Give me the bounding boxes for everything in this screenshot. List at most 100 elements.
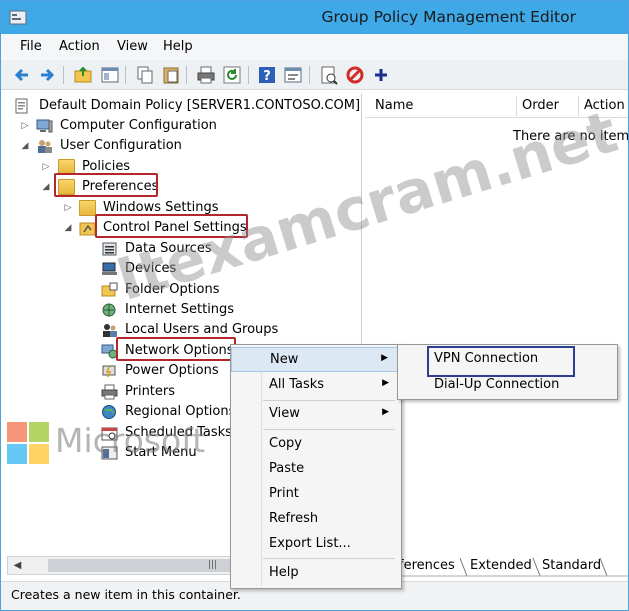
column-action[interactable]: Action: [584, 98, 625, 113]
scroll-grip-icon: |||: [208, 560, 218, 570]
tree-label: Default Domain Policy [SERVER1.CONTOSO.C…: [39, 98, 361, 113]
users-icon: [36, 138, 53, 154]
menu-item-label: Refresh: [269, 511, 319, 526]
submenu-arrow-icon: ▶: [382, 407, 389, 417]
vpn-connection-highlight-box: [427, 346, 575, 377]
tree-label: Regional Options: [125, 404, 236, 419]
stop-icon[interactable]: [345, 65, 365, 85]
control-panel-settings-highlight-box: [95, 214, 248, 238]
details-pane: Name Order Action There are no items t: [365, 94, 628, 554]
collapse-arrow-icon[interactable]: ◢: [40, 177, 52, 197]
tree-label: Start Menu: [125, 445, 197, 460]
context-menu-item-help[interactable]: Help: [231, 561, 401, 586]
tree-label: Data Sources: [125, 241, 212, 256]
context-menu-item-export-list[interactable]: Export List...: [231, 532, 401, 557]
back-icon[interactable]: [12, 65, 32, 85]
regional-options-icon: [101, 404, 118, 420]
print-icon[interactable]: [196, 65, 216, 85]
export-icon[interactable]: [319, 65, 339, 85]
context-menu-item-all-tasks[interactable]: All Tasks ▶: [231, 373, 401, 398]
data-sources-icon: [101, 241, 118, 257]
collapse-arrow-icon[interactable]: ◢: [62, 218, 74, 238]
expand-arrow-icon[interactable]: ▷: [40, 157, 52, 177]
toolbar-separator: [125, 66, 126, 84]
menu-separator: [263, 400, 395, 401]
properties-icon[interactable]: [283, 65, 303, 85]
refresh-icon[interactable]: [222, 65, 242, 85]
expand-arrow-icon[interactable]: ▷: [62, 198, 74, 218]
menu-item-label: Copy: [269, 436, 302, 451]
column-divider[interactable]: [516, 96, 517, 116]
menu-separator: [263, 429, 395, 430]
scheduled-tasks-icon: [101, 425, 118, 441]
title-bar[interactable]: Group Policy Management Editor: [1, 1, 628, 34]
tree-label: Internet Settings: [125, 302, 235, 317]
copy-icon[interactable]: [135, 65, 155, 85]
tree-label: Scheduled Tasks: [125, 425, 232, 440]
context-menu-item-view[interactable]: View ▶: [231, 402, 401, 427]
submenu-arrow-icon: ▶: [381, 353, 388, 363]
tree-label: Folder Options: [125, 282, 220, 297]
menu-item-label: Help: [269, 565, 299, 580]
show-hide-tree-icon[interactable]: [100, 65, 120, 85]
context-menu-item-print[interactable]: Print: [231, 482, 401, 507]
menu-view[interactable]: View: [117, 39, 148, 54]
column-divider[interactable]: [578, 96, 579, 116]
internet-settings-icon: [101, 302, 118, 318]
control-panel-folder-icon: [79, 220, 96, 236]
toolbar-separator: [248, 66, 249, 84]
window-title: Group Policy Management Editor: [321, 8, 576, 26]
menu-item-label: New: [270, 352, 299, 367]
up-folder-icon[interactable]: [73, 65, 93, 85]
empty-list-message: There are no items t: [513, 129, 628, 144]
local-users-icon: [101, 322, 118, 338]
context-menu-item-new[interactable]: New ▶: [231, 347, 401, 372]
menu-item-label: Paste: [269, 461, 305, 476]
menu-separator: [263, 558, 395, 559]
tree-label: Devices: [125, 261, 177, 276]
list-header: Name Order Action: [365, 94, 628, 118]
app-window: Group Policy Management Editor File Acti…: [0, 0, 629, 611]
context-menu: New ▶ All Tasks ▶ View ▶ Copy Paste Prin…: [230, 344, 402, 589]
context-menu-item-copy[interactable]: Copy: [231, 432, 401, 457]
tree-label: User Configuration: [60, 138, 182, 153]
tree-label: Computer Configuration: [60, 118, 217, 133]
tab-outline: [397, 557, 628, 577]
menu-item-label: Print: [269, 486, 299, 501]
column-order[interactable]: Order: [522, 98, 559, 113]
menu-bar: File Action View Help: [1, 34, 628, 60]
expand-arrow-icon[interactable]: ▷: [19, 116, 31, 136]
menu-file[interactable]: File: [20, 39, 42, 54]
svg-text:?: ?: [263, 69, 271, 84]
menu-item-label: View: [269, 406, 300, 421]
add-icon[interactable]: [371, 65, 391, 85]
submenu-arrow-icon: ▶: [382, 378, 389, 388]
scroll-left-icon[interactable]: ◀: [9, 557, 26, 574]
folder-icon: [79, 200, 96, 216]
context-menu-item-refresh[interactable]: Refresh: [231, 507, 401, 532]
toolbar-separator: [309, 66, 310, 84]
power-options-icon: [101, 363, 118, 379]
start-menu-icon: [101, 445, 118, 461]
menu-item-label: Export List...: [269, 536, 351, 551]
menu-item-label: All Tasks: [269, 377, 325, 392]
menu-help[interactable]: Help: [163, 39, 193, 54]
forward-icon[interactable]: [37, 65, 57, 85]
view-tabs: ferences Extended Standard: [397, 556, 628, 578]
toolbar-separator: [63, 66, 64, 84]
computer-icon: [36, 118, 53, 134]
menu-action[interactable]: Action: [59, 39, 100, 54]
tree-label: Power Options: [125, 363, 219, 378]
column-name[interactable]: Name: [375, 98, 413, 113]
toolbar: ?: [1, 60, 628, 90]
toolbar-separator: [186, 66, 187, 84]
context-menu-item-paste[interactable]: Paste: [231, 457, 401, 482]
tree-label: Printers: [125, 384, 176, 399]
network-options-highlight-box: [116, 337, 236, 361]
status-text: Creates a new item in this container.: [11, 587, 241, 602]
paste-icon[interactable]: [161, 65, 181, 85]
help-icon[interactable]: ?: [257, 65, 277, 85]
collapse-arrow-icon[interactable]: ◢: [19, 136, 31, 156]
menu-item-label: Dial-Up Connection: [434, 377, 560, 392]
policy-doc-icon: [13, 98, 30, 114]
